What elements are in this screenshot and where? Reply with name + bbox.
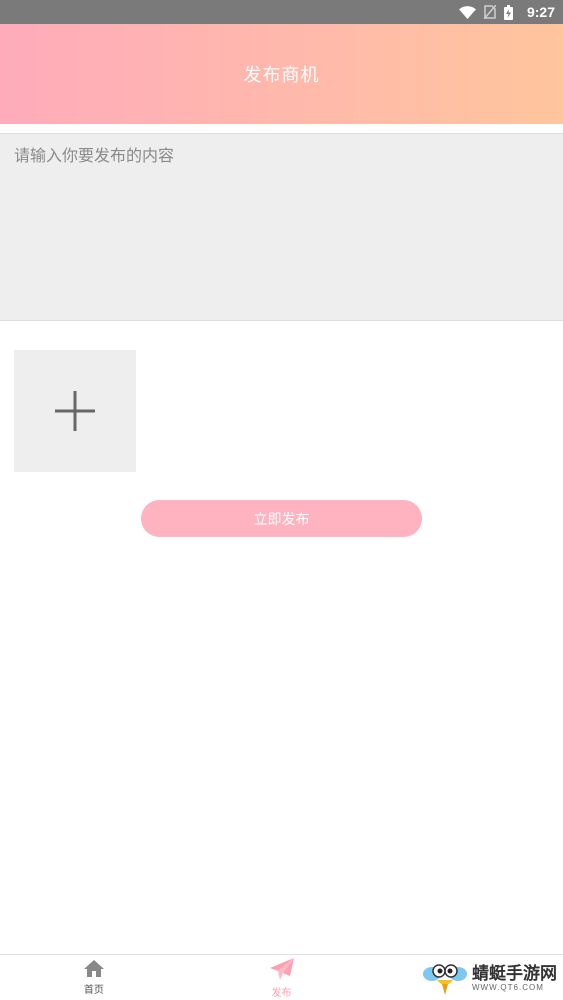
content-input-container [0, 133, 563, 321]
battery-charging-icon [503, 4, 513, 20]
nav-item-publish[interactable]: 发布 [188, 955, 376, 1000]
content-input[interactable] [0, 134, 563, 320]
watermark: 蜻蜓手游网 WWW.QT6.COM [422, 960, 557, 996]
wifi-icon [458, 5, 476, 19]
nav-label-home: 首页 [83, 985, 104, 996]
watermark-brand: 蜻蜓手游网 [472, 963, 557, 984]
page-title: 发布商机 [243, 65, 320, 86]
dragonfly-logo-icon [423, 964, 467, 995]
watermark-url: WWW.QT6.COM [472, 982, 544, 992]
watermark-text: 蜻蜓手游网 WWW.QT6.COM [472, 965, 557, 992]
nav-item-home[interactable]: 首页 [0, 955, 188, 1000]
plus-icon [55, 391, 95, 431]
status-icons: 9:27 [458, 4, 555, 20]
home-icon [83, 960, 104, 977]
paper-plane-icon [269, 957, 294, 980]
status-time: 9:27 [526, 4, 555, 20]
status-bar: 9:27 [0, 0, 563, 24]
nav-label-publish: 发布 [271, 987, 292, 999]
publish-button[interactable]: 立即发布 [141, 500, 422, 537]
header: 发布商机 [0, 24, 563, 124]
add-image-button[interactable] [14, 350, 136, 472]
no-sim-icon [483, 5, 496, 19]
